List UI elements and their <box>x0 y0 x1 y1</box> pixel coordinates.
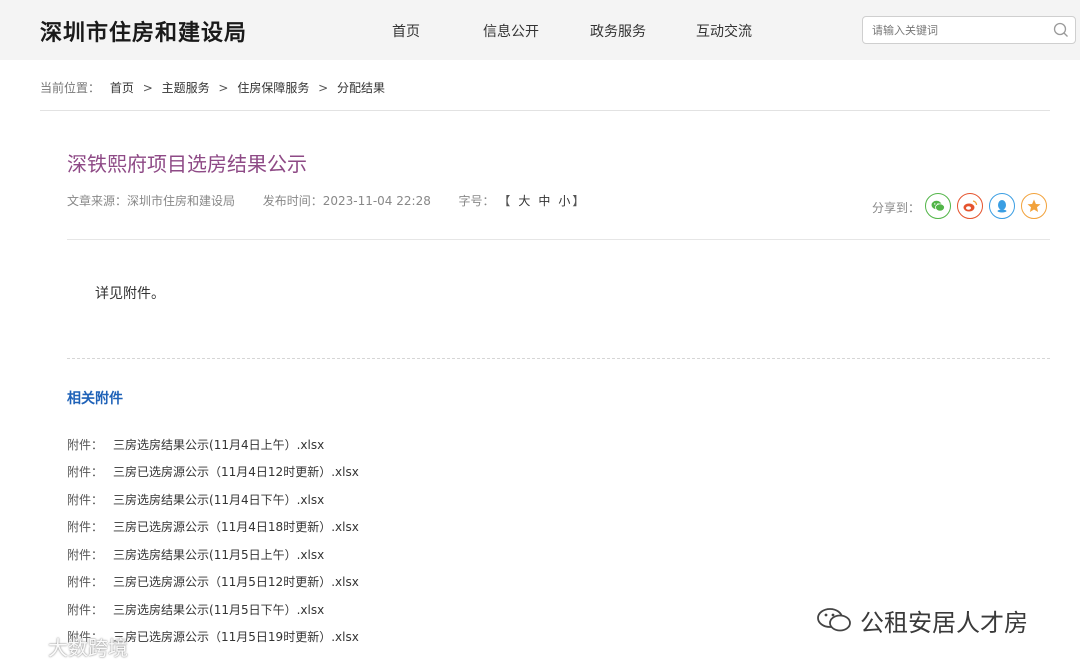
breadcrumb: 当前位置： 首页 > 主题服务 > 住房保障服务 > 分配结果 <box>40 79 385 96</box>
attachment-item: 附件： 三房已选房源公示（11月4日12时更新）.xlsx <box>67 463 359 480</box>
share-label: 分享到： <box>872 201 921 215</box>
source-label: 文章来源： <box>67 194 128 208</box>
weibo-icon[interactable] <box>957 193 983 219</box>
attachment-prefix: 附件： <box>67 575 104 589</box>
breadcrumb-divider <box>40 110 1050 111</box>
article-meta: 文章来源：深圳市住房和建设局 发布时间：2023-11-04 22:28 字号：… <box>67 192 584 209</box>
breadcrumb-label: 当前位置： <box>40 81 101 95</box>
search-icon[interactable] <box>1053 22 1069 38</box>
attachment-prefix: 附件： <box>67 493 104 507</box>
attachment-item: 附件： 三房已选房源公示（11月5日12时更新）.xlsx <box>67 573 359 590</box>
nav-info-disclosure[interactable]: 信息公开 <box>483 21 539 41</box>
font-small-button[interactable]: 小 <box>558 194 570 208</box>
attachment-link[interactable]: 三房已选房源公示（11月4日12时更新）.xlsx <box>113 465 359 479</box>
attachment-link[interactable]: 三房选房结果公示(11月4日下午）.xlsx <box>113 493 324 507</box>
attachment-prefix: 附件： <box>67 465 104 479</box>
attachment-link[interactable]: 三房选房结果公示(11月4日上午）.xlsx <box>113 438 324 452</box>
attachment-prefix: 附件： <box>67 520 104 534</box>
attachment-item: 附件： 三房选房结果公示(11月4日下午）.xlsx <box>67 491 324 508</box>
attachment-prefix: 附件： <box>67 548 104 562</box>
attachment-prefix: 附件： <box>67 603 104 617</box>
wechat-icon[interactable] <box>925 193 951 219</box>
attachment-link[interactable]: 三房选房结果公示(11月5日下午）.xlsx <box>113 603 324 617</box>
article-title: 深铁熙府项目选房结果公示 <box>67 152 307 176</box>
search-input[interactable] <box>863 17 1043 43</box>
watermark-left: 大数跨境 <box>48 636 128 660</box>
breadcrumb-separator: > <box>142 81 153 95</box>
date-label: 发布时间： <box>262 194 323 208</box>
attachment-item: 附件： 三房选房结果公示(11月5日下午）.xlsx <box>67 601 324 618</box>
watermark-right: 公租安居人才房 <box>860 609 1028 637</box>
qq-icon[interactable] <box>989 193 1015 219</box>
site-logo[interactable]: 深圳市住房和建设局 <box>40 15 247 47</box>
attachment-item: 附件： 三房选房结果公示(11月5日上午）.xlsx <box>67 546 324 563</box>
source-value: 深圳市住房和建设局 <box>127 194 236 208</box>
article-body: 详见附件。 <box>95 286 165 302</box>
content-divider <box>67 358 1050 359</box>
nav-home[interactable]: 首页 <box>392 21 420 41</box>
wechat-watermark-icon <box>815 606 855 638</box>
font-medium-button[interactable]: 中 <box>538 194 550 208</box>
publish-date: 2023-11-04 22:28 <box>322 194 431 208</box>
font-bracket-open: 【 <box>498 194 511 208</box>
search-box <box>862 16 1076 44</box>
breadcrumb-allocation-results[interactable]: 分配结果 <box>337 81 385 95</box>
font-size-label: 字号： <box>458 194 495 208</box>
attachment-item: 附件： 三房已选房源公示（11月4日18时更新）.xlsx <box>67 518 359 535</box>
qzone-icon[interactable] <box>1021 193 1047 219</box>
attachment-item: 附件： 三房选房结果公示(11月4日上午）.xlsx <box>67 436 324 453</box>
breadcrumb-separator: > <box>318 81 329 95</box>
site-header: 深圳市住房和建设局 首页 信息公开 政务服务 互动交流 <box>0 0 1080 60</box>
breadcrumb-housing-security[interactable]: 住房保障服务 <box>237 81 309 95</box>
font-size-control: 【大中小】 <box>498 194 584 208</box>
meta-divider <box>67 239 1050 240</box>
attachment-link[interactable]: 三房已选房源公示（11月4日18时更新）.xlsx <box>113 520 359 534</box>
breadcrumb-theme-services[interactable]: 主题服务 <box>162 81 210 95</box>
attachments-title: 相关附件 <box>67 391 123 407</box>
attachment-link[interactable]: 三房已选房源公示（11月5日19时更新）.xlsx <box>113 630 359 644</box>
font-large-button[interactable]: 大 <box>518 194 530 208</box>
attachment-link[interactable]: 三房已选房源公示（11月5日12时更新）.xlsx <box>113 575 359 589</box>
nav-government-services[interactable]: 政务服务 <box>590 21 646 41</box>
nav-interaction[interactable]: 互动交流 <box>696 21 752 41</box>
breadcrumb-home[interactable]: 首页 <box>110 81 134 95</box>
attachment-link[interactable]: 三房选房结果公示(11月5日上午）.xlsx <box>113 548 324 562</box>
attachment-prefix: 附件： <box>67 438 104 452</box>
font-bracket-close: 】 <box>572 194 585 208</box>
breadcrumb-separator: > <box>218 81 229 95</box>
